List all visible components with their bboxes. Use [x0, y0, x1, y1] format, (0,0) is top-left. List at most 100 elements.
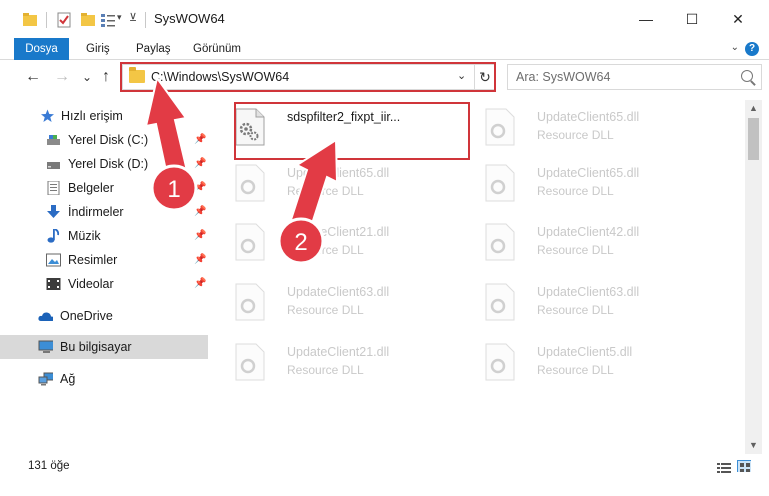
- sidebar-item-label: Hızlı erişim: [61, 109, 123, 123]
- file-name: UpdateClient42.dll: [537, 225, 640, 239]
- large-icons-view-icon[interactable]: [737, 460, 751, 472]
- folder-icon: [129, 67, 145, 83]
- tab-home[interactable]: Giriş: [86, 38, 110, 60]
- recent-locations-button[interactable]: ⌄: [77, 67, 97, 87]
- address-path[interactable]: C:\Windows\SysWOW64: [151, 70, 289, 84]
- refresh-button[interactable]: ↻: [474, 65, 495, 89]
- sidebar-item-downloads[interactable]: İndirmeler 📌: [0, 200, 210, 224]
- tab-file[interactable]: Dosya: [14, 38, 69, 60]
- sidebar-item-label: Belgeler: [68, 181, 114, 195]
- title-bar: ▾ ⊻ SysWOW64 — ☐ ✕: [0, 0, 769, 38]
- sidebar-item-label: Müzik: [68, 229, 101, 243]
- details-view-icon[interactable]: [717, 462, 731, 474]
- sidebar-item-label: OneDrive: [60, 309, 113, 323]
- back-button[interactable]: ←: [23, 67, 43, 87]
- sidebar-item-local-disk-c[interactable]: Yerel Disk (C:) 📌: [0, 128, 210, 152]
- file-type: Resource DLL: [287, 243, 364, 257]
- customize-toolbar-chevron-icon[interactable]: ▾: [117, 12, 122, 32]
- customize-toolbar-dropdown-icon[interactable]: ⊻: [129, 11, 137, 31]
- help-icon[interactable]: ?: [745, 42, 759, 56]
- sidebar-item-videos[interactable]: Videolar 📌: [0, 272, 210, 296]
- file-type: Resource DLL: [287, 184, 364, 198]
- properties-icon[interactable]: [56, 10, 72, 30]
- pin-icon: 📌: [194, 254, 207, 265]
- scrollbar-thumb[interactable]: [748, 118, 759, 160]
- file-item[interactable]: UpdateClient5.dll Resource DLL: [469, 337, 707, 393]
- sidebar-item-pictures[interactable]: Resimler 📌: [0, 248, 210, 272]
- chevron-down-icon[interactable]: ⌄: [457, 69, 466, 82]
- file-item[interactable]: UpdateClient63.dll Resource DLL: [219, 277, 457, 333]
- file-item[interactable]: UpdateClient42.dll Resource DLL: [469, 217, 707, 273]
- music-icon: [47, 229, 60, 243]
- file-name: UpdateClient21.dll: [287, 345, 390, 359]
- file-list: sdspfilter2_fixpt_iir... UpdateClient65.…: [215, 98, 743, 454]
- sidebar-item-local-disk-d[interactable]: Yerel Disk (D:) 📌: [0, 152, 210, 176]
- tab-share[interactable]: Paylaş: [136, 38, 171, 60]
- file-type: Resource DLL: [537, 243, 614, 257]
- sidebar-item-quick-access[interactable]: Hızlı erişim: [0, 104, 210, 128]
- sidebar-item-network[interactable]: Ağ: [0, 367, 210, 391]
- dll-file-icon: [235, 108, 265, 146]
- navigation-pane: Hızlı erişim Yerel Disk (C:) 📌 Yerel Dis…: [0, 100, 210, 452]
- search-icon[interactable]: [741, 70, 753, 82]
- maximize-button[interactable]: ☐: [669, 0, 715, 38]
- pin-icon: 📌: [194, 182, 207, 193]
- sidebar-item-label: Bu bilgisayar: [60, 340, 132, 354]
- file-type: Resource DLL: [537, 363, 614, 377]
- tab-view[interactable]: Görünüm: [193, 38, 241, 60]
- file-name: UpdateClient63.dll: [287, 285, 390, 299]
- pin-icon: 📌: [194, 134, 207, 145]
- scroll-up-icon[interactable]: ▲: [745, 100, 762, 117]
- chevron-down-icon[interactable]: ⌄: [731, 42, 739, 53]
- dll-file-icon: [235, 223, 265, 261]
- view-list-icon[interactable]: [100, 10, 116, 30]
- file-item[interactable]: UpdateClient65.dll Resource DLL: [219, 158, 457, 214]
- divider: [145, 12, 146, 28]
- documents-icon: [47, 181, 60, 195]
- status-bar: 131 öğe: [0, 456, 769, 478]
- file-type: Resource DLL: [537, 184, 614, 198]
- dll-file-icon: [235, 343, 265, 381]
- address-bar[interactable]: C:\Windows\SysWOW64 ⌄ ↻: [122, 64, 495, 90]
- file-type: Resource DLL: [537, 303, 614, 317]
- sidebar-item-documents[interactable]: Belgeler 📌: [0, 176, 210, 200]
- file-item[interactable]: UpdateClient21.dll Resource DLL: [219, 217, 457, 273]
- pin-icon: 📌: [194, 278, 207, 289]
- cloud-icon: [38, 312, 53, 321]
- forward-button[interactable]: →: [52, 67, 72, 87]
- up-button[interactable]: ↑: [96, 67, 116, 87]
- dll-file-icon: [485, 343, 515, 381]
- close-button[interactable]: ✕: [715, 0, 761, 38]
- star-icon: [41, 109, 54, 122]
- window-title: SysWOW64: [154, 11, 225, 26]
- sidebar-item-onedrive[interactable]: OneDrive: [0, 304, 210, 328]
- sidebar-item-label: Videolar: [68, 277, 114, 291]
- file-name: UpdateClient65.dll: [537, 166, 640, 180]
- dll-file-icon: [235, 283, 265, 321]
- file-item[interactable]: UpdateClient65.dll Resource DLL: [469, 102, 707, 158]
- search-box[interactable]: [507, 64, 762, 90]
- vertical-scrollbar[interactable]: ▲ ▼: [745, 100, 762, 454]
- folder-icon[interactable]: [22, 10, 38, 30]
- file-type: Resource DLL: [287, 303, 364, 317]
- minimize-button[interactable]: —: [623, 0, 669, 38]
- file-name: UpdateClient65.dll: [287, 166, 390, 180]
- dll-file-icon: [485, 283, 515, 321]
- sidebar-item-music[interactable]: Müzik 📌: [0, 224, 210, 248]
- file-item[interactable]: UpdateClient63.dll Resource DLL: [469, 277, 707, 333]
- dll-file-icon: [485, 108, 515, 146]
- file-name: UpdateClient65.dll: [537, 110, 640, 124]
- file-item[interactable]: UpdateClient65.dll Resource DLL: [469, 158, 707, 214]
- pin-icon: 📌: [194, 206, 207, 217]
- scroll-down-icon[interactable]: ▼: [745, 437, 762, 454]
- ribbon-tabs: Dosya Giriş Paylaş Görünüm ⌄ ?: [0, 38, 769, 60]
- new-folder-icon[interactable]: [80, 10, 96, 30]
- drive-icon: [47, 135, 60, 145]
- search-input[interactable]: [508, 65, 728, 89]
- file-item-highlighted[interactable]: sdspfilter2_fixpt_iir...: [219, 102, 457, 158]
- file-type: Resource DLL: [287, 363, 364, 377]
- drive-icon: [47, 162, 60, 169]
- sidebar-item-this-pc[interactable]: Bu bilgisayar: [0, 335, 208, 359]
- file-item[interactable]: UpdateClient21.dll Resource DLL: [219, 337, 457, 393]
- videos-icon: [46, 278, 61, 290]
